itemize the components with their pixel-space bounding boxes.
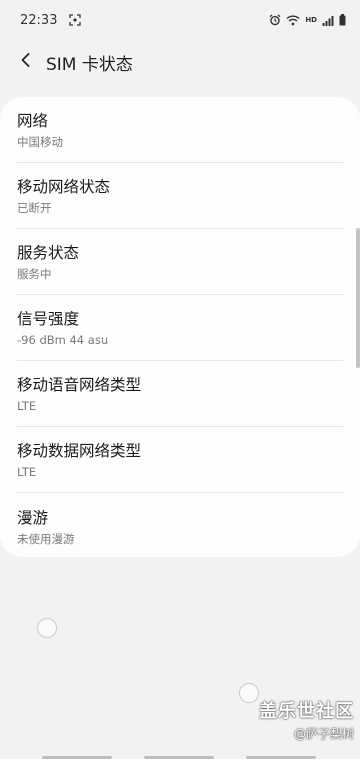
status-bar: 22:33 HD bbox=[0, 0, 360, 40]
item-title: 移动数据网络类型 bbox=[17, 442, 142, 460]
sim-status-card: 网络 中国移动 移动网络状态 已断开 服务状态 服务中 信号强度 -96 dBm… bbox=[0, 97, 360, 557]
watermark: 盖乐世社区 @萨子梨树 bbox=[259, 697, 354, 742]
status-right: HD bbox=[269, 14, 346, 26]
hd-label: HD bbox=[305, 16, 317, 24]
touch-indicator-circle bbox=[37, 618, 57, 638]
item-value: LTE bbox=[17, 399, 37, 413]
item-value: 服务中 bbox=[17, 267, 52, 281]
watermark-sub: @萨子梨树 bbox=[293, 727, 354, 741]
item-title: 服务状态 bbox=[17, 244, 80, 262]
watermark-main: 盖乐世社区 bbox=[259, 701, 354, 722]
item-value: LTE bbox=[17, 465, 37, 479]
list-item-network[interactable]: 网络 中国移动 bbox=[17, 97, 343, 163]
item-title: 网络 bbox=[17, 112, 49, 130]
wifi-icon bbox=[286, 15, 300, 26]
list-item-signal-strength[interactable]: 信号强度 -96 dBm 44 asu bbox=[17, 295, 343, 361]
back-arrow-icon bbox=[19, 52, 33, 72]
alarm-icon bbox=[269, 14, 281, 26]
list-item-mobile-network-state[interactable]: 移动网络状态 已断开 bbox=[17, 163, 343, 229]
status-time: 22:33 bbox=[20, 12, 58, 28]
page-title: SIM 卡状态 bbox=[46, 54, 133, 75]
item-value: 中国移动 bbox=[17, 135, 63, 149]
scrollbar[interactable] bbox=[356, 228, 360, 368]
item-value: 已断开 bbox=[17, 201, 52, 215]
item-title: 移动网络状态 bbox=[17, 178, 111, 196]
back-button[interactable] bbox=[6, 40, 46, 84]
status-left: 22:33 bbox=[20, 12, 82, 28]
header: SIM 卡状态 bbox=[0, 40, 360, 84]
item-title: 漫游 bbox=[17, 508, 49, 527]
item-title: 移动语音网络类型 bbox=[17, 376, 142, 394]
item-value: -96 dBm 44 asu bbox=[17, 333, 109, 347]
navigation-bar-peek bbox=[0, 755, 360, 759]
touch-indicator-circle bbox=[239, 683, 259, 703]
signal-icon bbox=[322, 15, 334, 26]
list-item-service-state[interactable]: 服务状态 服务中 bbox=[17, 229, 343, 295]
item-title: 信号强度 bbox=[17, 310, 80, 328]
list-item-roaming[interactable]: 漫游 未使用漫游 bbox=[17, 493, 343, 559]
screenshot-icon bbox=[69, 14, 82, 26]
battery-icon bbox=[339, 14, 346, 26]
list-item-data-network-type[interactable]: 移动数据网络类型 LTE bbox=[17, 427, 343, 493]
list-item-voice-network-type[interactable]: 移动语音网络类型 LTE bbox=[17, 361, 343, 427]
screen: 22:33 HD SIM 卡状态 网络 中国移动 移动网络状态 已断开 服务状态… bbox=[0, 0, 360, 759]
item-value: 未使用漫游 bbox=[17, 531, 75, 546]
